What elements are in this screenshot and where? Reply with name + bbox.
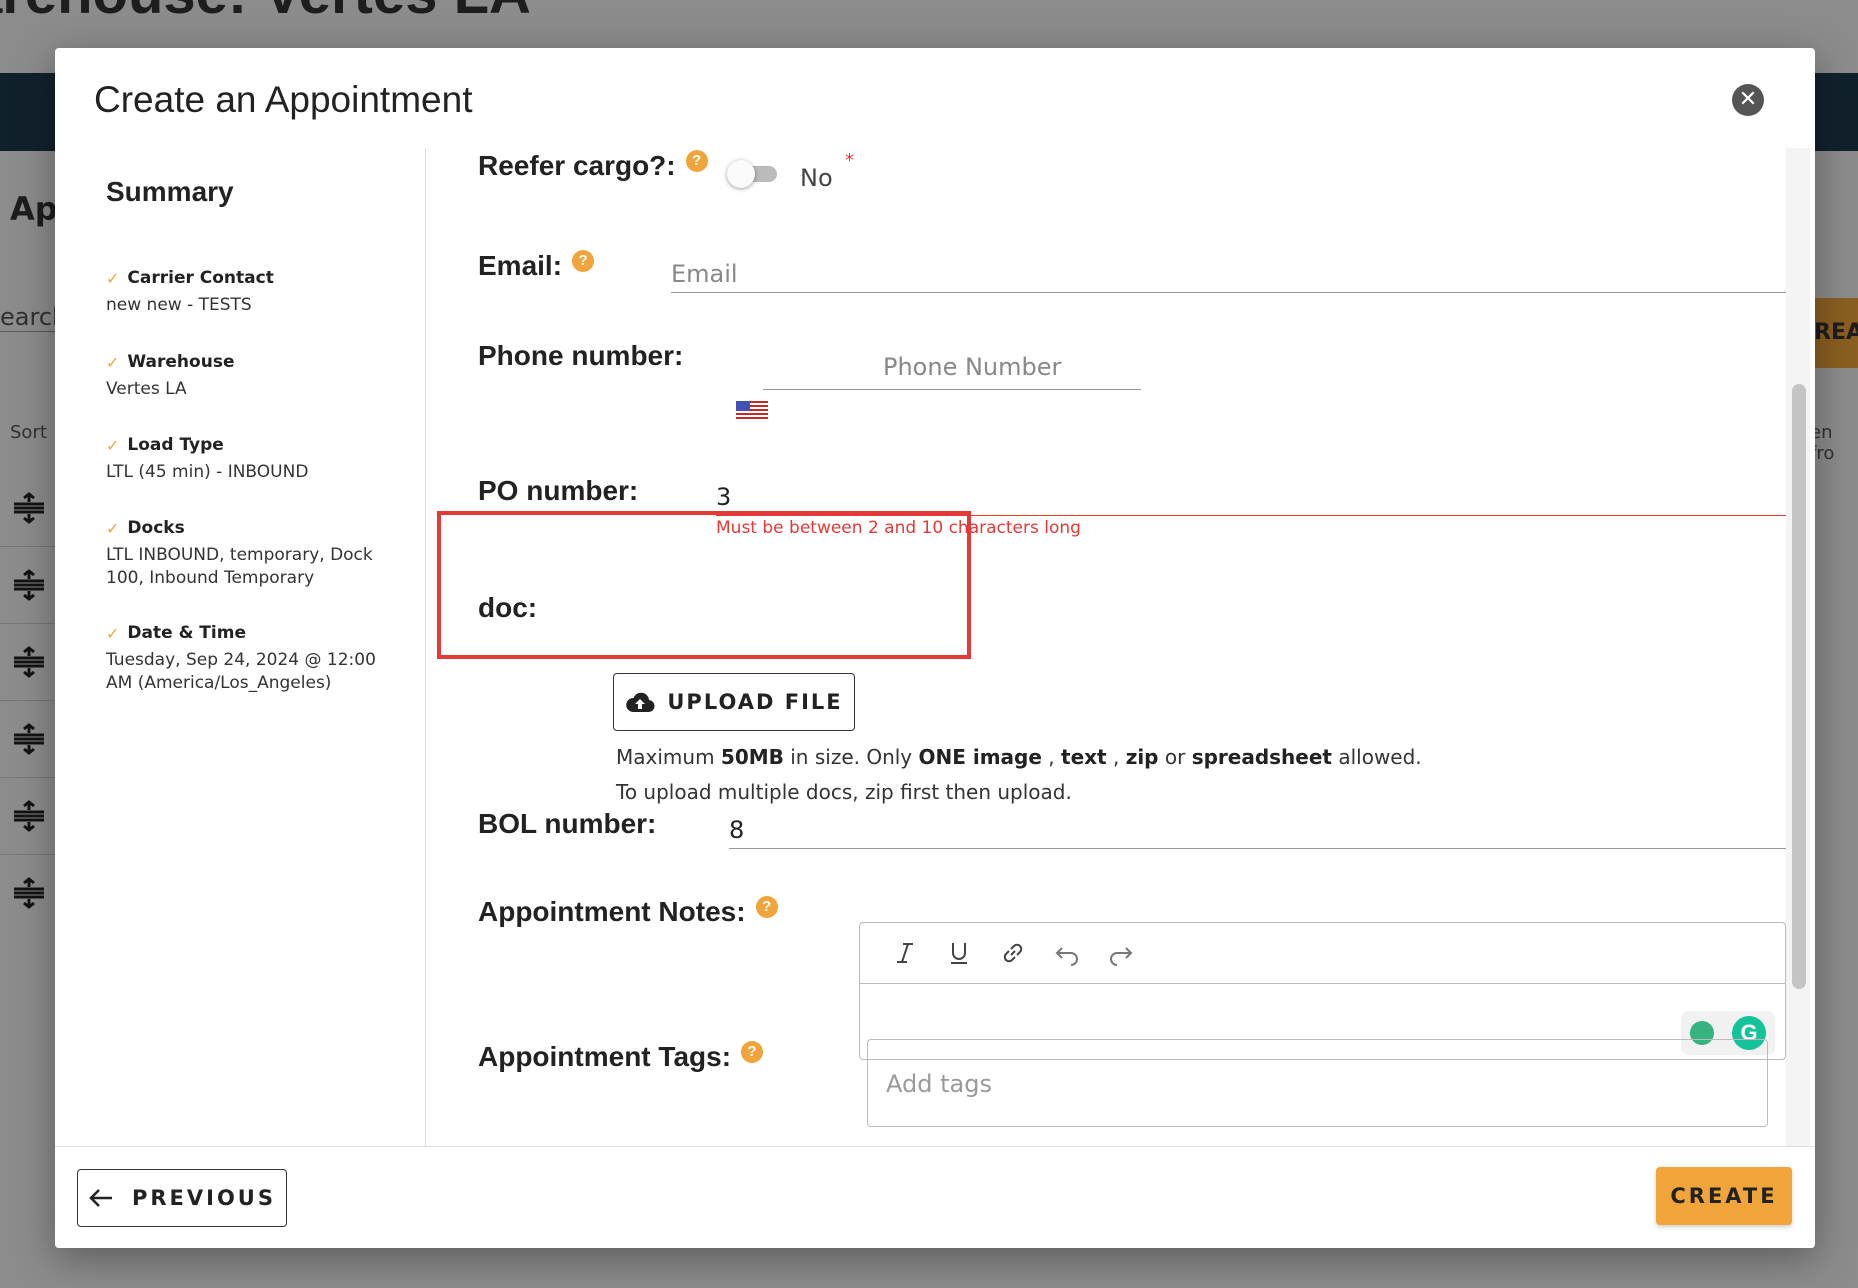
summary-item-value: LTL INBOUND, temporary, Dock 100, Inboun… bbox=[106, 545, 373, 588]
summary-item-docks: ✓ Docks LTL INBOUND, temporary, Dock 100,… bbox=[106, 518, 396, 590]
appointment-tags-label: Appointment Tags:? bbox=[478, 1041, 764, 1073]
check-icon: ✓ bbox=[106, 268, 120, 288]
upload-file-label: UPLOAD FILE bbox=[667, 690, 843, 714]
previous-button[interactable]: PREVIOUS bbox=[77, 1169, 287, 1227]
help-icon[interactable]: ? bbox=[741, 1041, 764, 1063]
create-appointment-modal: Create an Appointment ✕ Summary ✓ Carrier… bbox=[55, 48, 1815, 1248]
help-icon[interactable]: ? bbox=[755, 896, 778, 918]
summary-item-value: new new - TESTS bbox=[106, 295, 252, 315]
italic-icon[interactable] bbox=[878, 933, 932, 973]
editor-toolbar bbox=[860, 923, 1785, 984]
us-flag-icon[interactable] bbox=[736, 401, 768, 421]
summary-heading: Summary bbox=[106, 176, 234, 207]
summary-item-label: Warehouse bbox=[127, 352, 235, 372]
summary-item-label: Date & Time bbox=[127, 623, 246, 643]
summary-item-value: Tuesday, Sep 24, 2024 @ 12:00 AM (Americ… bbox=[106, 650, 376, 693]
scrollbar[interactable] bbox=[1786, 148, 1810, 1148]
create-button[interactable]: CREATE bbox=[1656, 1167, 1792, 1225]
email-field[interactable]: Email bbox=[671, 252, 1789, 293]
phone-number-placeholder: Phone Number bbox=[883, 353, 1062, 381]
modal-title: Create an Appointment bbox=[94, 79, 473, 120]
summary-item-value: Vertes LA bbox=[106, 379, 187, 399]
email-label: Email:? bbox=[478, 250, 595, 282]
toggle-knob bbox=[727, 160, 755, 188]
appointment-form: Reefer cargo?:? No * Email:? Email Phone… bbox=[425, 148, 1815, 1148]
summary-item-value: LTL (45 min) - INBOUND bbox=[106, 462, 309, 482]
help-icon[interactable]: ? bbox=[572, 250, 595, 272]
redo-icon[interactable] bbox=[1094, 933, 1148, 973]
required-mark: * bbox=[845, 150, 854, 171]
upload-info: Maximum 50MB in size. Only ONE image , t… bbox=[616, 740, 1422, 810]
summary-item-label: Load Type bbox=[127, 435, 224, 455]
help-icon[interactable]: ? bbox=[685, 150, 708, 172]
upload-info-line1: Maximum 50MB in size. Only ONE image , t… bbox=[616, 745, 1422, 769]
bol-number-label: BOL number: bbox=[478, 808, 657, 839]
reefer-cargo-label: Reefer cargo?:? bbox=[478, 150, 708, 182]
previous-button-label: PREVIOUS bbox=[131, 1186, 276, 1210]
po-number-field[interactable]: 3 bbox=[716, 475, 1789, 516]
modal-footer: PREVIOUS CREATE bbox=[55, 1146, 1815, 1248]
summary-panel: Summary ✓ Carrier Contact new new - TESTS… bbox=[55, 148, 426, 1148]
close-icon[interactable]: ✕ bbox=[1732, 84, 1764, 116]
appointment-tags-input[interactable]: Add tags bbox=[867, 1039, 1768, 1127]
doc-label: doc: bbox=[478, 592, 538, 623]
scrollbar-thumb[interactable] bbox=[1792, 384, 1806, 989]
cloud-upload-icon bbox=[626, 692, 655, 713]
appointment-notes-label: Appointment Notes:? bbox=[478, 896, 778, 928]
summary-item-label: Carrier Contact bbox=[127, 268, 274, 288]
check-icon: ✓ bbox=[106, 518, 120, 538]
link-icon[interactable] bbox=[986, 933, 1040, 973]
create-button-label: CREATE bbox=[1670, 1184, 1778, 1208]
po-number-error: Must be between 2 and 10 characters long bbox=[716, 518, 1081, 538]
undo-icon[interactable] bbox=[1040, 933, 1094, 973]
summary-item-carrier-contact: ✓ Carrier Contact new new - TESTS bbox=[106, 268, 396, 317]
check-icon: ✓ bbox=[106, 623, 120, 643]
phone-number-field[interactable]: Phone Number bbox=[763, 345, 1141, 390]
upload-info-line2: To upload multiple docs, zip first then … bbox=[616, 780, 1072, 804]
reefer-cargo-toggle[interactable] bbox=[727, 158, 781, 188]
summary-item-label: Docks bbox=[127, 518, 185, 538]
check-icon: ✓ bbox=[106, 352, 120, 372]
bol-number-field[interactable]: 8 bbox=[729, 808, 1789, 849]
po-number-label: PO number: bbox=[478, 475, 639, 506]
underline-icon[interactable] bbox=[932, 933, 986, 973]
phone-number-label: Phone number: bbox=[478, 340, 684, 371]
reefer-cargo-value: No bbox=[800, 164, 833, 192]
arrow-left-icon bbox=[89, 1189, 112, 1207]
check-icon: ✓ bbox=[106, 435, 120, 455]
upload-file-button[interactable]: UPLOAD FILE bbox=[613, 673, 855, 731]
summary-item-load-type: ✓ Load Type LTL (45 min) - INBOUND bbox=[106, 435, 396, 484]
summary-item-date-time: ✓ Date & Time Tuesday, Sep 24, 2024 @ 12:… bbox=[106, 623, 396, 695]
summary-item-warehouse: ✓ Warehouse Vertes LA bbox=[106, 352, 396, 401]
